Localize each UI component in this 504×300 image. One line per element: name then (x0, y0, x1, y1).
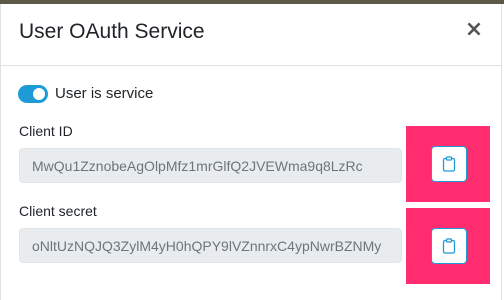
client-id-copy-highlight (406, 126, 490, 202)
toggle-knob (33, 88, 45, 100)
close-button[interactable]: × (463, 18, 485, 42)
clipboard-icon (442, 156, 456, 172)
client-secret-copy-highlight (406, 208, 490, 284)
dialog-header: User OAuth Service × (1, 4, 501, 66)
close-icon: × (464, 17, 484, 42)
oauth-service-dialog: User OAuth Service × User is service Cli… (0, 4, 502, 300)
dialog-title: User OAuth Service (19, 20, 205, 43)
client-secret-label: Client secret (19, 203, 97, 219)
client-id-label: Client ID (19, 123, 73, 139)
service-toggle-row: User is service (18, 84, 153, 104)
client-secret-field[interactable] (19, 228, 402, 263)
service-toggle-switch[interactable] (18, 85, 48, 103)
copy-client-secret-button[interactable] (431, 228, 467, 264)
client-id-field[interactable] (19, 148, 402, 183)
service-toggle-label: User is service (55, 85, 154, 102)
clipboard-icon (442, 238, 456, 254)
copy-client-id-button[interactable] (431, 146, 467, 182)
